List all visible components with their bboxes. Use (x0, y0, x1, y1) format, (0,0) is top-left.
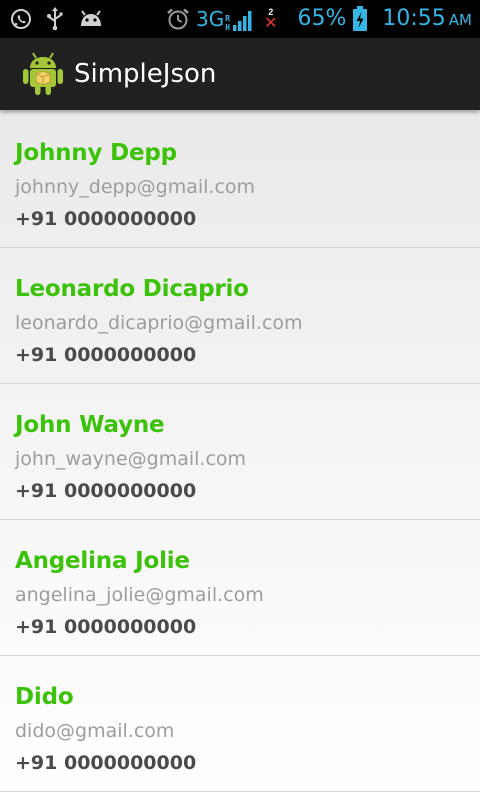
clock-time: 10:55 AM (382, 5, 472, 31)
action-bar: SimpleJson (0, 38, 480, 110)
android-debug-icon (78, 9, 104, 29)
sim2-no-service-indicator: 2 ✕ (264, 7, 278, 32)
contact-name: Johnny Depp (15, 140, 177, 166)
network-type-label: 3G (196, 7, 225, 31)
contact-email: john_wayne@gmail.com (15, 448, 247, 470)
contacts-list[interactable]: Johnny Depp johnny_depp@gmail.com +91 00… (0, 112, 480, 792)
contact-email: johnny_depp@gmail.com (15, 176, 256, 198)
contact-phone: +91 0000000000 (15, 480, 197, 502)
system-status-icons: 3G R H 2 ✕ 65% 10:55 AM (166, 0, 472, 38)
status-bar: 3G R H 2 ✕ 65% 10:55 AM (0, 0, 480, 38)
list-item[interactable]: Dido dido@gmail.com +91 0000000000 (0, 656, 480, 792)
contact-phone: +91 0000000000 (15, 616, 197, 638)
whatsapp-icon (10, 8, 32, 30)
battery-percent: 65% (297, 6, 347, 31)
battery-charging-icon (352, 6, 368, 32)
list-item[interactable]: John Wayne john_wayne@gmail.com +91 0000… (0, 384, 480, 520)
notification-icons (10, 6, 104, 32)
contact-phone: +91 0000000000 (15, 752, 197, 774)
android-robot-icon[interactable] (22, 52, 64, 96)
no-signal-x-icon: ✕ (264, 15, 278, 32)
list-item[interactable]: Leonardo Dicaprio leonardo_dicaprio@gmai… (0, 248, 480, 384)
contact-email: angelina_jolie@gmail.com (15, 584, 264, 606)
alarm-icon (166, 7, 190, 31)
mobile-network-indicator: 3G R H (196, 6, 254, 32)
contact-phone: +91 0000000000 (15, 344, 197, 366)
contact-name: Leonardo Dicaprio (15, 276, 249, 302)
list-item[interactable]: Angelina Jolie angelina_jolie@gmail.com … (0, 520, 480, 656)
contact-name: Angelina Jolie (15, 548, 190, 574)
signal-strength-icon (232, 10, 254, 32)
contact-name: Dido (15, 684, 74, 710)
contact-phone: +91 0000000000 (15, 208, 197, 230)
network-roaming-label: R H (225, 14, 231, 32)
contact-name: John Wayne (15, 412, 165, 438)
contact-email: leonardo_dicaprio@gmail.com (15, 312, 303, 334)
list-item[interactable]: Johnny Depp johnny_depp@gmail.com +91 00… (0, 112, 480, 248)
app-title: SimpleJson (74, 59, 217, 89)
usb-icon (46, 7, 64, 31)
contact-email: dido@gmail.com (15, 720, 175, 742)
